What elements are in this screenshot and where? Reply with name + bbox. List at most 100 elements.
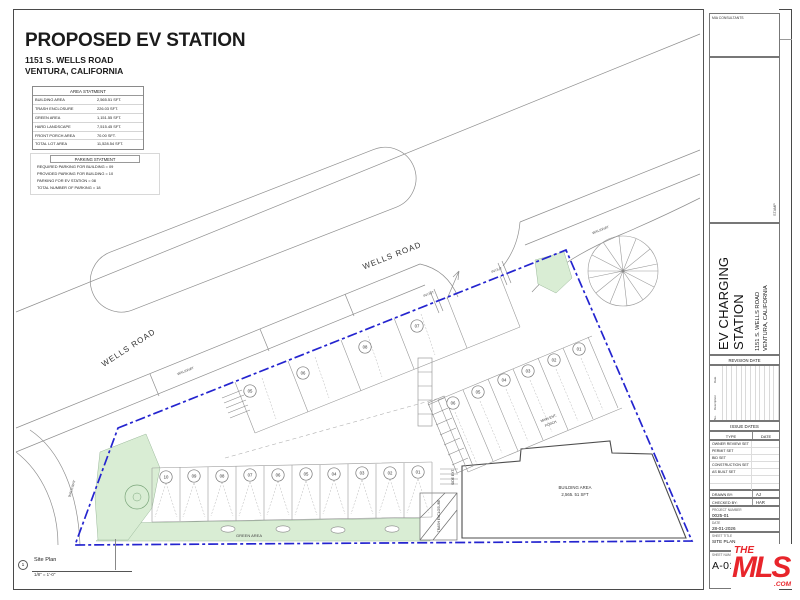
ramp-and-stairs	[222, 358, 458, 484]
revision-grid: Date Description No.	[709, 365, 780, 421]
green-area-label: GREEN AREA	[236, 533, 262, 538]
project-address-line1: 1151 S. WELLS ROAD	[756, 292, 762, 351]
wells-road-label: WELLS ROAD	[100, 327, 157, 369]
stall-number: 01	[577, 347, 582, 352]
row-label: FRONT PORCH AREA	[35, 132, 97, 140]
view-title-divider	[115, 539, 116, 570]
turning-radius-fan	[588, 236, 658, 306]
stall-number: 05	[304, 472, 309, 477]
date-label: DATE	[712, 521, 779, 525]
revision-col-no: No.	[714, 415, 717, 420]
curb-returns	[420, 222, 520, 297]
checked-by-value: HAR	[752, 499, 779, 505]
stamp-box: STAMP	[709, 57, 780, 223]
project-number-block: PROJECT NUMBER 0025-01	[709, 506, 780, 519]
stall-number: 05	[248, 389, 253, 394]
issue-rows: OWNER REVIEW SET PERMIT SET BID SET CONS…	[709, 440, 780, 490]
inout-label: IN/OUT	[491, 266, 503, 274]
issue-dates-header: ISSUE DATES	[709, 421, 780, 431]
stall-number: 04	[502, 378, 507, 383]
revision-grid-lines	[722, 366, 779, 420]
inout-label: IN/OUT	[423, 290, 435, 298]
consultant-box: MIA CONSULTANTS	[709, 13, 780, 57]
stall-number: 01	[416, 470, 421, 475]
revision-header: REVISION DATE	[709, 355, 780, 365]
row-value: 2,565.51 SFT.	[97, 96, 141, 104]
row-label: TRASH ENCLOSURE	[35, 105, 97, 113]
row-label: TOTAL LOT AREA	[35, 140, 97, 149]
green-band-south	[96, 518, 430, 541]
issue-type-header-row: TYPE DATE	[709, 431, 780, 440]
date-block: DATE 28-01-2026	[709, 519, 780, 532]
table-row: GREEN AREA1,151.55 SFT.	[33, 114, 143, 123]
logo-mls-text: MLS	[732, 551, 789, 585]
row-label: HARD LANDSCAPE	[35, 123, 97, 131]
stamp-label: STAMP	[774, 203, 778, 216]
building-area-value: 2,565. 51 SFT	[561, 492, 589, 497]
checked-by-label: CHECKED BY:	[710, 499, 752, 505]
walkway-inner-edge	[16, 174, 700, 452]
row-value: 70.00 SFT.	[97, 132, 141, 140]
project-address-line2: VENTURA, CALIFORNIA	[764, 285, 770, 351]
issue-row-empty	[710, 476, 779, 483]
stall-number: 02	[552, 358, 557, 363]
stall-number: 03	[360, 471, 365, 476]
table-row: HARD LANDSCAPE7,515.45 SFT.	[33, 123, 143, 132]
issue-row: BID SET	[710, 455, 779, 462]
type-column-header: TYPE	[710, 432, 752, 439]
revision-col-description: Description	[714, 395, 717, 410]
issue-row: AS BUILT SET	[710, 469, 779, 476]
view-title: 1 Site Plan 1/8" = 1'-0"	[18, 551, 158, 577]
row-value: 7,515.45 SFT.	[97, 123, 141, 131]
parking-line: REQUIRED PARKING FOR BUILDING = 09	[34, 164, 156, 170]
project-number-label: PROJECT NUMBER	[712, 508, 779, 512]
ev-stall-band	[235, 276, 520, 433]
stall-number: 10	[164, 475, 169, 480]
walkway-label: WALKWAY	[68, 479, 77, 498]
drawing-header: PROPOSED EV STATION 1151 S. WELLS ROAD V…	[25, 30, 245, 77]
side-stair	[440, 469, 458, 484]
stall-numbers-ev: 05 06 08 07	[244, 320, 423, 397]
row-value: 226.03 SFT.	[97, 105, 141, 113]
site-address-line1: 1151 S. WELLS ROAD	[25, 55, 245, 66]
trash-enclosure-label: TRASH ENCLOSURE	[437, 499, 441, 532]
view-name: Site Plan	[34, 557, 56, 563]
table-row: TRASH ENCLOSURE226.03 SFT.	[33, 105, 143, 114]
logo-com-text: .COM	[774, 581, 791, 588]
project-number-value: 0025-01	[712, 513, 779, 518]
walkway-label: WALKWAY	[592, 225, 611, 236]
parking-line: TOTAL NUMBER OF PARKING = 18	[34, 185, 156, 191]
row-value: 11,528.54 SFT.	[97, 140, 141, 149]
issue-row: PERMIT SET	[710, 448, 779, 455]
drawn-by-row: DRAWN BY: AJ	[709, 490, 780, 498]
side-ext-label: SIDE EXT.	[451, 469, 455, 485]
issue-row: OWNER REVIEW SET	[710, 441, 779, 448]
stall-number: 03	[526, 369, 531, 374]
stall-number: 07	[248, 473, 253, 478]
table-row: FRONT PORCH AREA70.00 SFT.	[33, 132, 143, 141]
project-title-box: EV CHARGING STATION 1151 S. WELLS ROAD V…	[709, 223, 780, 355]
parking-line: PARKING FOR EV STATION = 08	[34, 178, 156, 184]
accessible-route	[225, 398, 440, 458]
parking-statement: PARKING STATMENT REQUIRED PARKING FOR BU…	[30, 153, 160, 195]
mls-logo: THE MLS .COM	[731, 544, 792, 589]
area-statement-title: AREA STATMENT	[33, 87, 143, 96]
checked-by-row: CHECKED BY: HAR	[709, 498, 780, 506]
stall-number: 04	[332, 472, 337, 477]
project-title-line2: STATION	[732, 294, 745, 350]
date-value: 28-01-2026	[712, 526, 779, 531]
stall-number: 09	[192, 474, 197, 479]
view-scale: 1/8" = 1'-0"	[34, 572, 55, 577]
stall-number: 07	[415, 324, 420, 329]
project-title-line1: EV CHARGING	[717, 257, 730, 350]
parking-line: PROVIDED PARKING FOR BUILDING = 10	[34, 171, 156, 177]
stall-number: 08	[220, 474, 225, 479]
issue-row: CONSTRUCTION SET	[710, 462, 779, 469]
consultant-name: MIA CONSULTANTS	[710, 14, 779, 20]
view-number-bubble: 1	[18, 560, 28, 570]
green-patch-north	[535, 252, 572, 293]
row-value: 1,151.55 SFT.	[97, 114, 141, 122]
table-row: TOTAL LOT AREA11,528.54 SFT.	[33, 140, 143, 149]
area-statement-table: AREA STATMENT BUILDING AREA2,565.51 SFT.…	[32, 86, 144, 150]
ramp	[418, 358, 432, 426]
